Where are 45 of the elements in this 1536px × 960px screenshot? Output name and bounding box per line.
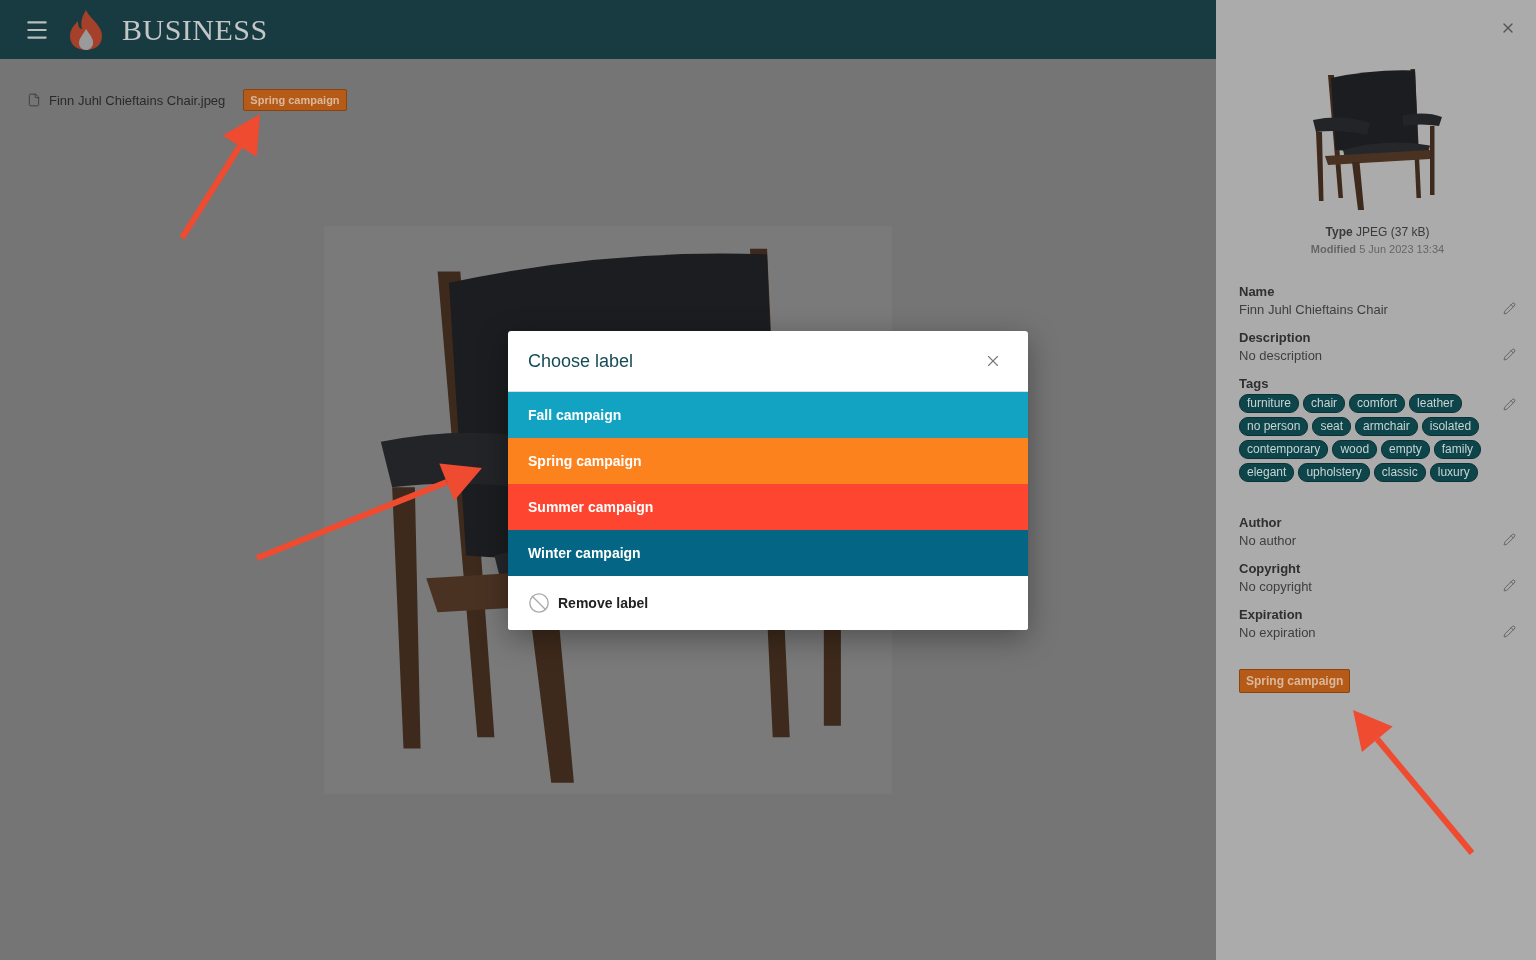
tag-chip[interactable]: luxury bbox=[1429, 463, 1478, 482]
field-label: Expiration bbox=[1239, 607, 1304, 622]
file-type: Type JPEG (37 kB) bbox=[1324, 224, 1431, 241]
tag-chip[interactable]: upholstery bbox=[1298, 463, 1370, 482]
field-label: Description bbox=[1239, 330, 1312, 345]
tag-chip[interactable]: furniture bbox=[1239, 394, 1300, 413]
prohibited-icon bbox=[528, 592, 550, 614]
dialog-title: Choose label bbox=[528, 350, 634, 372]
tag-chip[interactable]: comfort bbox=[1349, 394, 1406, 413]
file-name: Finn Juhl Chieftains Chair.jpeg bbox=[49, 92, 226, 108]
field-label: Author bbox=[1239, 515, 1283, 530]
label-badge: Spring campaign bbox=[1239, 669, 1351, 693]
brand-name: BUSINESS bbox=[122, 12, 268, 47]
pencil-icon[interactable] bbox=[1503, 533, 1516, 546]
tag-chip[interactable]: contemporary bbox=[1239, 440, 1329, 459]
tag-chip[interactable]: seat bbox=[1312, 417, 1352, 436]
tag-chip[interactable]: armchair bbox=[1355, 417, 1418, 436]
label-option[interactable]: Winter campaign bbox=[508, 530, 1028, 576]
field-label: Tags bbox=[1239, 376, 1270, 391]
flame-icon bbox=[68, 8, 104, 51]
tag-chip[interactable]: classic bbox=[1373, 463, 1426, 482]
file-icon bbox=[27, 93, 41, 107]
pencil-icon[interactable] bbox=[1503, 302, 1516, 315]
field-value: No expiration bbox=[1239, 625, 1316, 640]
field-value: No author bbox=[1239, 533, 1297, 548]
field-value: No description bbox=[1239, 348, 1323, 363]
pencil-icon[interactable] bbox=[1503, 398, 1516, 411]
tag-chip[interactable]: elegant bbox=[1239, 463, 1295, 482]
label-badge: Spring campaign bbox=[243, 89, 347, 111]
tag-chip[interactable]: isolated bbox=[1421, 417, 1480, 436]
modified-date: Modified 5 Jun 2023 13:34 bbox=[1310, 242, 1445, 257]
tag-chip[interactable]: chair bbox=[1303, 394, 1346, 413]
tag-chip[interactable]: empty bbox=[1381, 440, 1430, 459]
field-value: No copyright bbox=[1239, 579, 1312, 594]
tag-chip[interactable]: leather bbox=[1409, 394, 1462, 413]
tag-chip[interactable]: wood bbox=[1332, 440, 1378, 459]
tag-chip[interactable]: no person bbox=[1239, 417, 1309, 436]
field-label: Name bbox=[1239, 284, 1276, 299]
pencil-icon[interactable] bbox=[1503, 348, 1516, 361]
remove-label-button[interactable]: Remove label bbox=[508, 576, 1028, 630]
field-label: Copyright bbox=[1239, 561, 1302, 576]
pencil-icon[interactable] bbox=[1503, 625, 1516, 638]
field-value: Finn Juhl Chieftains Chair bbox=[1239, 302, 1388, 317]
pencil-icon[interactable] bbox=[1503, 579, 1516, 592]
tag-chip[interactable]: family bbox=[1433, 440, 1482, 459]
